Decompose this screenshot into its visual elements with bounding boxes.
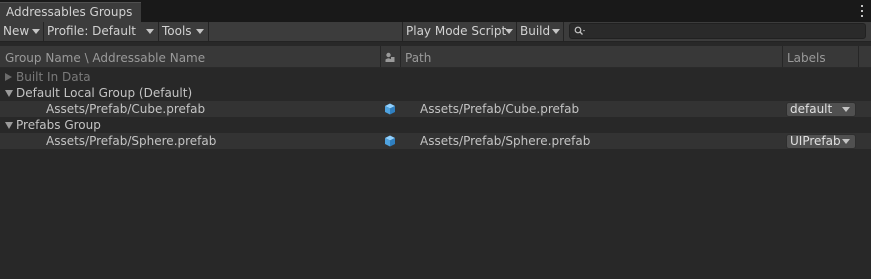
window-tab-bar: Addressables Groups	[0, 0, 871, 22]
group-row-prefabs-group[interactable]: Prefabs Group	[0, 117, 871, 133]
column-header-path[interactable]: Path	[405, 46, 431, 67]
column-divider[interactable]	[400, 46, 401, 67]
toolbar: New Profile: Default Tools Play Mode Scr…	[0, 22, 871, 42]
tab-title: Addressables Groups	[6, 5, 133, 19]
kebab-menu-icon[interactable]	[860, 5, 863, 17]
chevron-down-icon	[842, 107, 850, 112]
column-header-name[interactable]: Group Name \ Addressable Name	[5, 46, 205, 67]
group-row-default-local-group[interactable]: Default Local Group (Default)	[0, 85, 871, 101]
column-header-labels[interactable]: Labels	[787, 46, 826, 67]
chevron-down-icon	[32, 29, 40, 34]
label-value: default	[790, 102, 833, 116]
new-dropdown[interactable]: New	[0, 22, 44, 41]
prefab-cube-icon	[384, 135, 396, 147]
search-field[interactable]	[569, 23, 866, 39]
expand-arrow-icon[interactable]	[5, 73, 12, 81]
entry-name: Assets/Prefab/Sphere.prefab	[46, 134, 217, 148]
collapse-arrow-icon[interactable]	[5, 90, 13, 97]
chevron-down-icon	[842, 139, 850, 144]
profile-dropdown[interactable]: Profile: Default	[44, 22, 159, 41]
play-mode-script-dropdown[interactable]: Play Mode Script	[402, 22, 517, 41]
entry-row-cube[interactable]: Assets/Prefab/Cube.prefab Assets/Prefab/…	[0, 101, 871, 117]
prefab-cube-icon	[384, 103, 396, 115]
column-header: Group Name \ Addressable Name Path Label…	[0, 46, 871, 68]
group-name: Prefabs Group	[16, 118, 101, 132]
entry-path: Assets/Prefab/Sphere.prefab	[420, 134, 591, 148]
label-value: UIPrefab	[790, 134, 841, 148]
column-divider[interactable]	[858, 46, 859, 67]
build-dropdown[interactable]: Build	[517, 22, 564, 41]
play-mode-label: Play Mode Script	[406, 24, 507, 38]
build-label: Build	[520, 24, 551, 38]
column-divider[interactable]	[782, 46, 783, 67]
labels-dropdown[interactable]: UIPrefab	[786, 134, 856, 149]
collapse-arrow-icon[interactable]	[5, 122, 13, 129]
tools-label: Tools	[162, 24, 192, 38]
entry-row-sphere[interactable]: Assets/Prefab/Sphere.prefab Assets/Prefa…	[0, 133, 871, 149]
group-name: Default Local Group (Default)	[16, 86, 193, 100]
chevron-down-icon	[552, 29, 560, 34]
group-name: Built In Data	[16, 70, 91, 84]
new-label: New	[3, 24, 30, 38]
addressables-groups-tab[interactable]: Addressables Groups	[0, 2, 142, 22]
column-divider[interactable]	[380, 46, 381, 67]
entry-name: Assets/Prefab/Cube.prefab	[46, 102, 206, 116]
tools-dropdown[interactable]: Tools	[159, 22, 209, 41]
entry-path: Assets/Prefab/Cube.prefab	[420, 102, 580, 116]
chevron-down-icon	[505, 29, 513, 34]
group-row-built-in-data[interactable]: Built In Data	[0, 69, 871, 85]
chevron-down-icon	[146, 29, 154, 34]
profile-label: Profile: Default	[47, 24, 137, 38]
chevron-down-icon	[196, 29, 204, 34]
labels-dropdown[interactable]: default	[786, 102, 856, 117]
search-icon	[574, 26, 585, 35]
